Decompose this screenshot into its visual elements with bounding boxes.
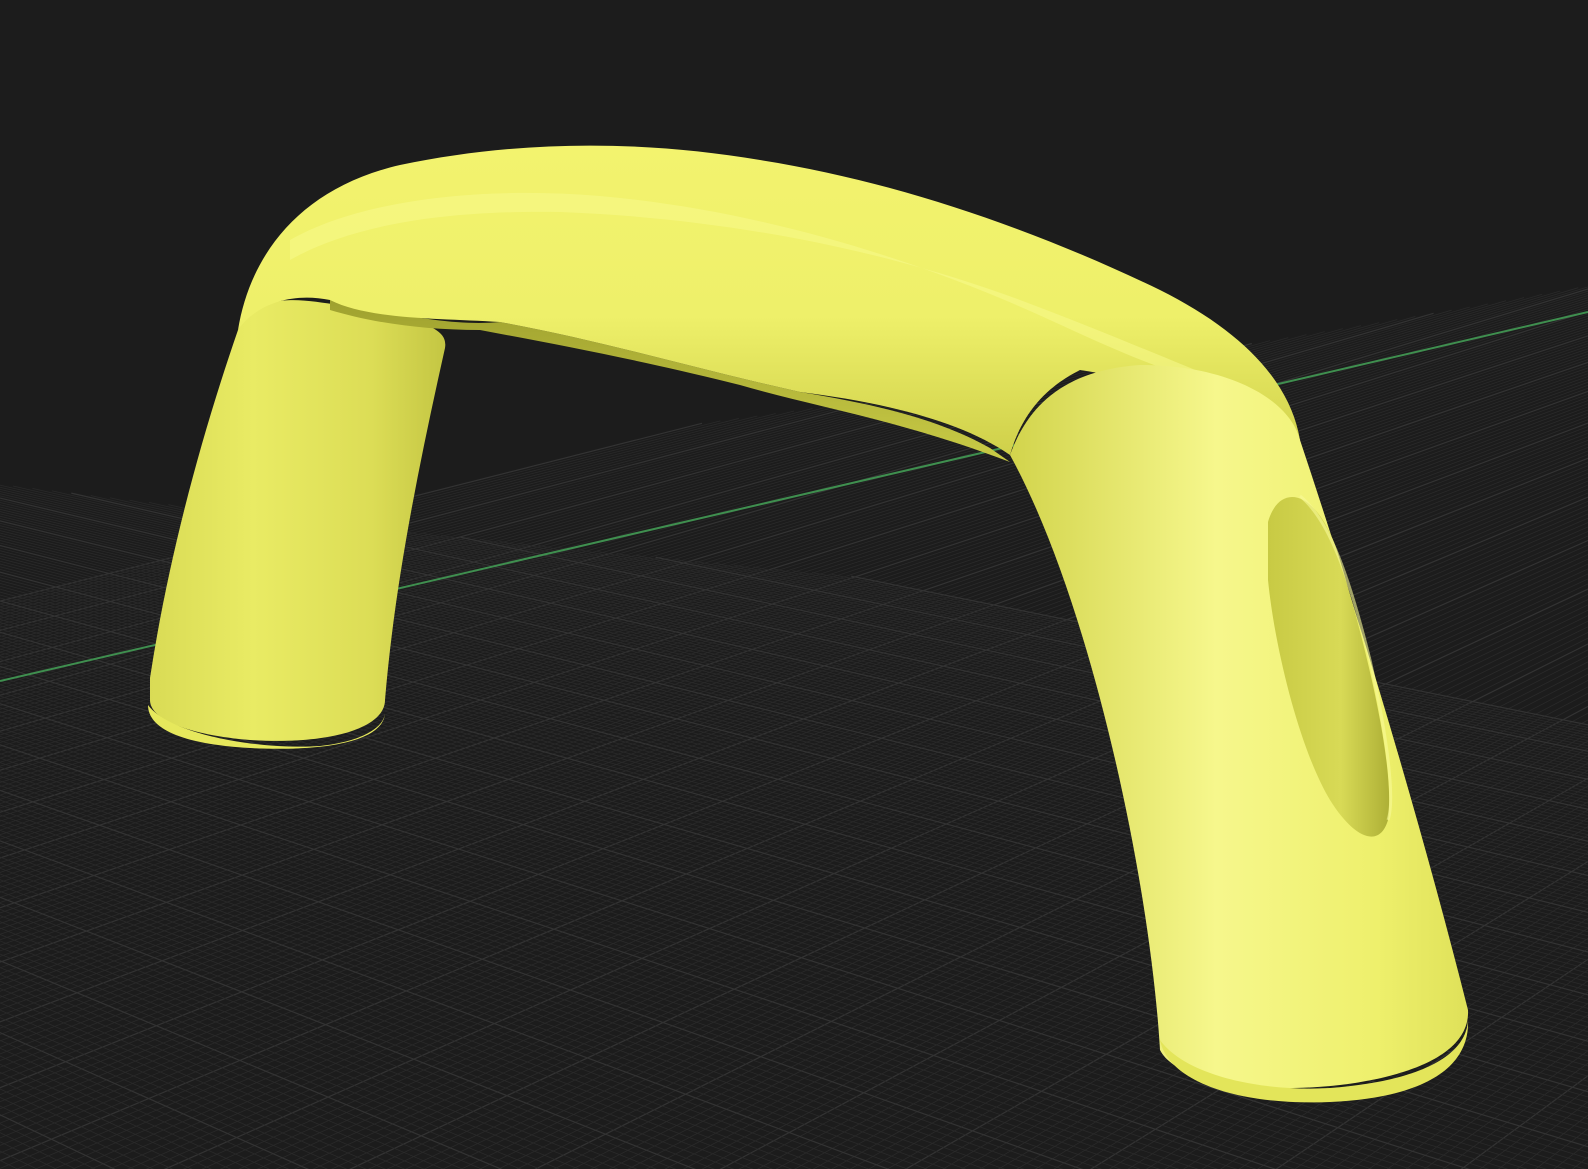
viewport-scene[interactable] [0,0,1588,1169]
3d-viewport[interactable] [0,0,1588,1169]
grid-horizon-fade [0,0,1588,180]
